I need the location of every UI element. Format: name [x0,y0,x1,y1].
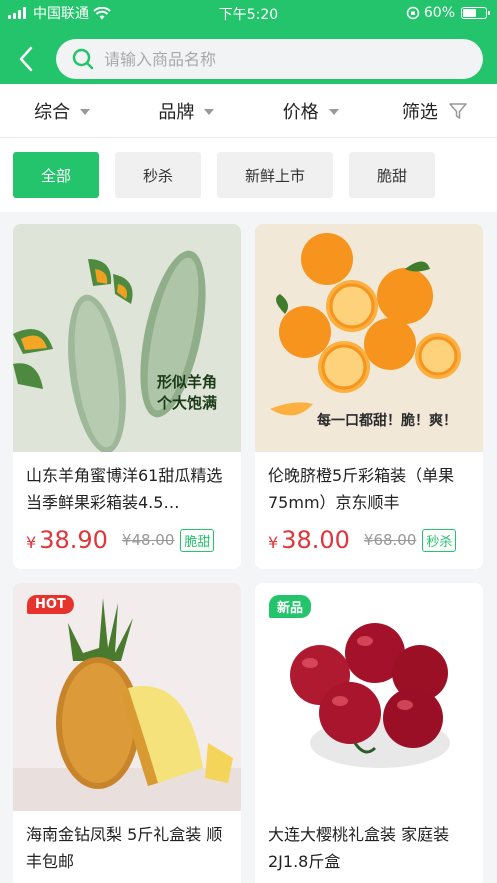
wifi-icon [93,6,111,19]
product-card[interactable]: HOT 海南金钻凤梨 5斤礼盒装 顺丰包邮 [13,583,241,883]
price-value: 38.00 [281,526,350,554]
dropdown-arrow-icon [204,108,215,115]
sort-label: 筛选 [401,101,438,123]
filter-icon [449,102,467,119]
pineapple-illustration [13,583,241,811]
search-box[interactable] [56,39,483,79]
product-title: 大连大樱桃礼盒装 家庭装2J1.8斤盒 [268,825,450,871]
sort-label: 综合 [34,101,71,123]
hot-badge: HOT [27,595,74,614]
product-image-orange: 每一口都甜！脆！爽！ [255,224,483,452]
sort-label: 品牌 [158,101,195,123]
sort-bar: 综合 品牌 价格 筛选 [0,84,497,138]
orange-image-caption: 每一口都甜！脆！爽！ [317,413,457,429]
dropdown-arrow-icon [80,108,91,115]
battery-percent: 60% [423,5,455,21]
product-image-cherry: 新品 [255,583,483,811]
dropdown-arrow-icon [328,108,339,115]
tag-filter-row: 全部 秒杀 新鲜上市 脆甜 [0,138,497,212]
melon-caption-text: 形似羊角 个大饱满 [156,373,217,412]
search-bar [0,26,497,84]
product-title: 伦晚脐橙5斤彩箱装（单果75mm）京东顺丰 [268,466,455,512]
melon-illustration [13,224,241,452]
product-price: ¥38.00 [268,526,350,554]
product-image-pineapple: HOT [13,583,241,811]
sort-comprehensive[interactable]: 综合 [0,98,124,124]
search-icon [72,48,94,70]
back-button[interactable] [14,42,38,76]
header: 中国联通 下午5:20 60% [0,0,497,84]
new-badge: 新品 [269,595,312,618]
currency-symbol: ¥ [268,533,279,552]
product-card[interactable]: 形似羊角 个大饱满 山东羊角蜜博洋61甜瓜精选当季鲜果彩箱装4.5… ¥38.9… [13,224,241,569]
price-row: ¥38.90 ¥48.00 脆甜 [13,522,241,554]
tag-new-arrival[interactable]: 新鲜上市 [217,152,333,198]
product-badge: 脆甜 [180,528,215,552]
melon-image-caption: 形似羊角 个大饱满 [143,372,231,414]
product-title: 海南金钻凤梨 5斤礼盒装 顺丰包邮 [26,825,223,871]
currency-symbol: ¥ [26,533,37,552]
tag-all[interactable]: 全部 [13,152,99,198]
product-grid: 形似羊角 个大饱满 山东羊角蜜博洋61甜瓜精选当季鲜果彩箱装4.5… ¥38.9… [13,224,484,883]
tag-crisp-sweet[interactable]: 脆甜 [349,152,435,198]
product-card[interactable]: 新品 大连大樱桃礼盒装 家庭装2J1.8斤盒 [255,583,483,883]
sort-price[interactable]: 价格 [249,98,373,124]
price-value: 38.90 [39,526,108,554]
original-price: ¥48.00 [121,531,175,549]
product-image-melon: 形似羊角 个大饱满 [13,224,241,452]
tag-flash-sale[interactable]: 秒杀 [115,152,201,198]
product-title: 山东羊角蜜博洋61甜瓜精选当季鲜果彩箱装4.5… [26,466,223,512]
signal-icon [8,7,26,19]
product-badge: 秒杀 [422,528,457,552]
search-input[interactable] [104,49,404,69]
sort-label: 价格 [282,101,319,123]
carrier-label: 中国联通 [33,6,89,22]
product-card[interactable]: 每一口都甜！脆！爽！ 伦晚脐橙5斤彩箱装（单果75mm）京东顺丰 ¥38.00 … [255,224,483,569]
battery-icon [461,7,490,19]
original-price: ¥68.00 [363,531,417,549]
orientation-lock-icon [406,6,420,20]
filter-button[interactable]: 筛选 [373,98,497,124]
sort-brand[interactable]: 品牌 [124,98,248,124]
price-row: ¥38.00 ¥68.00 秒杀 [255,522,483,554]
chevron-left-icon [19,46,33,72]
product-price: ¥38.90 [26,526,108,554]
status-bar: 中国联通 下午5:20 60% [0,0,497,26]
